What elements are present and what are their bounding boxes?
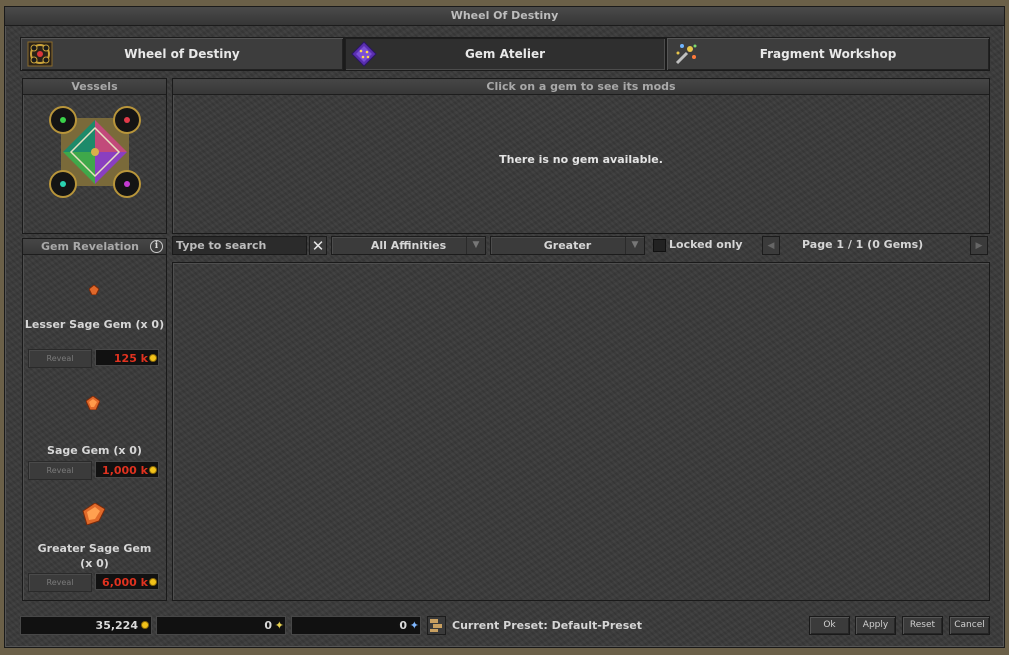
gem-size-dropdown[interactable]: Greater ▼	[490, 236, 645, 255]
tab-label: Wheel of Destiny	[124, 47, 240, 61]
greater-fragments-value: 0	[399, 619, 407, 632]
lesser-fragment-icon: ✦	[274, 619, 284, 632]
cancel-button[interactable]: Cancel	[949, 616, 990, 635]
next-page-button[interactable]: ▶	[970, 236, 988, 255]
vessel-wheel-icon[interactable]	[47, 104, 143, 200]
gold-coin-icon	[142, 622, 148, 628]
lesser-sage-gem-icon	[89, 285, 99, 295]
greater-sage-gem-name: Greater Sage Gem (x 0)	[37, 542, 152, 570]
reveal-greater-button[interactable]: Reveal	[28, 573, 92, 592]
locked-only-checkbox[interactable]	[653, 239, 666, 252]
greater-fragment-icon: ✦	[409, 619, 419, 632]
tab-bar: Wheel of Destiny Gem Atelier Fragment Wo…	[20, 37, 990, 71]
gem-list-area[interactable]	[172, 262, 990, 601]
lesser-sage-gem-name: Lesser Sage Gem (x 0)	[24, 318, 165, 331]
lesser-fragments-balance: 0 ✦	[156, 616, 286, 635]
gem-mods-title: Click on a gem to see its mods	[173, 79, 989, 95]
affinity-dropdown[interactable]: All Affinities ▼	[331, 236, 486, 255]
gold-coin-icon	[150, 579, 156, 585]
tab-wheel-of-destiny[interactable]: Wheel of Destiny	[20, 37, 344, 71]
ok-button[interactable]: Ok	[809, 616, 850, 635]
sage-gem-name: Sage Gem (x 0)	[47, 444, 142, 457]
greater-sage-gem-name-wrap: Greater Sage Gem (x 0)	[23, 541, 166, 571]
tab-fragment-workshop[interactable]: Fragment Workshop	[666, 37, 990, 71]
cost-value: 125 k	[113, 352, 148, 365]
greater-sage-gem-icon	[82, 503, 105, 525]
vessels-title: Vessels	[23, 79, 166, 95]
apply-button[interactable]: Apply	[855, 616, 896, 635]
gem-size-value: Greater	[543, 239, 592, 252]
sage-gem-row: Reveal 1,000 k	[28, 461, 161, 480]
wheel-icon	[27, 41, 53, 67]
gem-revelation-header: Gem Revelation i	[23, 239, 166, 255]
chevron-right-icon: ▶	[975, 241, 983, 251]
reset-button[interactable]: Reset	[902, 616, 943, 635]
sage-gem-icon	[86, 396, 100, 410]
info-icon[interactable]: i	[150, 240, 163, 253]
reveal-sage-button[interactable]: Reveal	[28, 461, 92, 480]
affinity-value: All Affinities	[370, 239, 447, 252]
cost-value: 1,000 k	[102, 464, 148, 477]
gold-coin-icon	[150, 467, 156, 473]
gold-balance: 35,224	[20, 616, 152, 635]
greater-cost: 6,000 k	[95, 573, 159, 590]
gem-revelation-title: Gem Revelation	[41, 240, 139, 253]
preset-button[interactable]	[427, 616, 446, 635]
gold-coin-icon	[150, 355, 156, 361]
filter-toolbar: Type to search ✕ All Affinities ▼ Greate…	[172, 236, 988, 258]
sage-gem-name-wrap: Sage Gem (x 0)	[23, 443, 166, 458]
locked-only-label[interactable]: Locked only	[669, 238, 743, 251]
vessels-panel: Vessels	[22, 78, 167, 234]
lesser-cost: 125 k	[95, 349, 159, 366]
clear-search-button[interactable]: ✕	[309, 236, 327, 255]
window-title: Wheel Of Destiny	[5, 7, 1004, 26]
tab-label: Gem Atelier	[464, 47, 546, 61]
tab-label: Fragment Workshop	[759, 47, 897, 61]
close-icon: ✕	[311, 237, 325, 255]
gem-mods-panel: Click on a gem to see its mods There is …	[172, 78, 990, 234]
lesser-fragments-value: 0	[264, 619, 272, 632]
lesser-sage-gem-name-wrap: Lesser Sage Gem (x 0)	[23, 317, 166, 332]
sage-cost: 1,000 k	[95, 461, 159, 478]
lesser-sage-gem-row: Reveal 125 k	[28, 349, 161, 368]
reveal-lesser-button[interactable]: Reveal	[28, 349, 92, 368]
chevron-down-icon: ▼	[466, 237, 485, 254]
page-indicator: Page 1 / 1 (0 Gems)	[802, 238, 924, 251]
cost-value: 6,000 k	[102, 576, 148, 589]
greater-sage-gem-row: Reveal 6,000 k	[28, 573, 161, 592]
footer-bar: 35,224 0 ✦ 0 ✦ Current Preset: Default-P…	[20, 614, 990, 636]
wheel-of-destiny-window: Wheel Of Destiny Wheel of Destiny Gem At…	[4, 6, 1005, 648]
gem-revelation-panel: Gem Revelation i Lesser Sage Gem (x 0) R…	[22, 238, 167, 601]
preset-list-icon	[430, 619, 442, 632]
prev-page-button[interactable]: ◀	[762, 236, 780, 255]
chevron-left-icon: ◀	[767, 241, 775, 251]
search-input[interactable]: Type to search	[172, 236, 307, 255]
current-preset-label: Current Preset: Default-Preset	[452, 619, 643, 632]
gold-value: 35,224	[95, 619, 138, 632]
chevron-down-icon: ▼	[625, 237, 644, 254]
gem-atelier-icon	[351, 41, 377, 67]
greater-fragments-balance: 0 ✦	[291, 616, 421, 635]
fragment-workshop-icon	[675, 44, 697, 65]
no-gem-message: There is no gem available.	[499, 153, 663, 166]
tab-gem-atelier[interactable]: Gem Atelier	[344, 37, 666, 71]
